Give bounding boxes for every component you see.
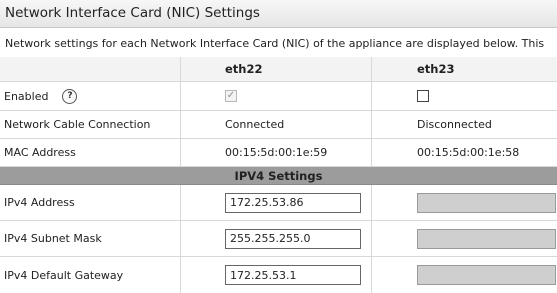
header-empty-cell — [0, 57, 181, 81]
eth22-ipv4-mask-input[interactable]: 255.255.255.0 — [225, 228, 361, 249]
enabled-label: Enabled — [4, 89, 49, 103]
column-header-eth23: eth23 — [417, 62, 455, 76]
ipv4-address-label: IPv4 Address — [0, 185, 181, 220]
eth23-ipv4-address-cell — [372, 185, 557, 220]
eth23-ipv4-gateway-cell — [372, 257, 557, 293]
ipv4-address-row: IPv4 Address 172.25.53.86 — [0, 185, 557, 221]
ipv4-section-header: IPV4 Settings — [0, 167, 557, 185]
eth23-ipv4-address-input[interactable] — [417, 192, 556, 213]
cable-label: Network Cable Connection — [0, 111, 181, 138]
eth22-enabled-checkbox[interactable]: ✓ — [225, 90, 237, 102]
eth23-enabled-cell — [372, 82, 557, 110]
eth23-mac-value: 00:15:5d:00:1e:58 — [417, 146, 520, 159]
enabled-label-cell: Enabled ? — [0, 82, 181, 110]
ipv4-gateway-label: IPv4 Default Gateway — [0, 257, 181, 293]
eth22-ipv4-address-input[interactable]: 172.25.53.86 — [225, 192, 361, 213]
eth23-ipv4-mask-input[interactable] — [417, 228, 556, 249]
eth23-enabled-checkbox[interactable] — [417, 90, 429, 102]
eth22-ipv4-mask-cell: 255.255.255.0 — [181, 221, 372, 256]
eth23-ipv4-gateway-input[interactable] — [417, 265, 556, 285]
ipv4-section-title: IPV4 Settings — [234, 168, 323, 183]
help-icon[interactable]: ? — [62, 88, 78, 104]
table-header-row: eth22 eth23 — [0, 57, 557, 82]
eth23-ipv4-mask-cell — [372, 221, 557, 256]
eth22-ipv4-gateway-cell: 172.25.53.1 — [181, 257, 372, 293]
mac-row: MAC Address 00:15:5d:00:1e:59 00:15:5d:0… — [0, 139, 557, 167]
ipv4-mask-label: IPv4 Subnet Mask — [0, 221, 181, 256]
eth22-cable-status: Connected — [181, 111, 372, 138]
column-header-eth22: eth22 — [181, 57, 372, 81]
eth23-cable-status: Disconnected — [417, 118, 492, 131]
eth22-enabled-cell: ✓ — [181, 82, 372, 110]
panel-header: Network Interface Card (NIC) Settings — [0, 0, 557, 28]
eth22-ipv4-address-cell: 172.25.53.86 — [181, 185, 372, 220]
eth22-mac-value: 00:15:5d:00:1e:59 — [181, 139, 372, 166]
ipv4-mask-row: IPv4 Subnet Mask 255.255.255.0 — [0, 221, 557, 257]
panel-title: Network Interface Card (NIC) Settings — [5, 5, 260, 21]
description-text: Network settings for each Network Interf… — [5, 37, 545, 50]
cable-row: Network Cable Connection Connected Disco… — [0, 111, 557, 139]
eth22-ipv4-gateway-input[interactable]: 172.25.53.1 — [225, 265, 361, 285]
mac-label: MAC Address — [0, 139, 181, 166]
enabled-row: Enabled ? ✓ — [0, 82, 557, 111]
ipv4-gateway-row: IPv4 Default Gateway 172.25.53.1 — [0, 257, 557, 293]
